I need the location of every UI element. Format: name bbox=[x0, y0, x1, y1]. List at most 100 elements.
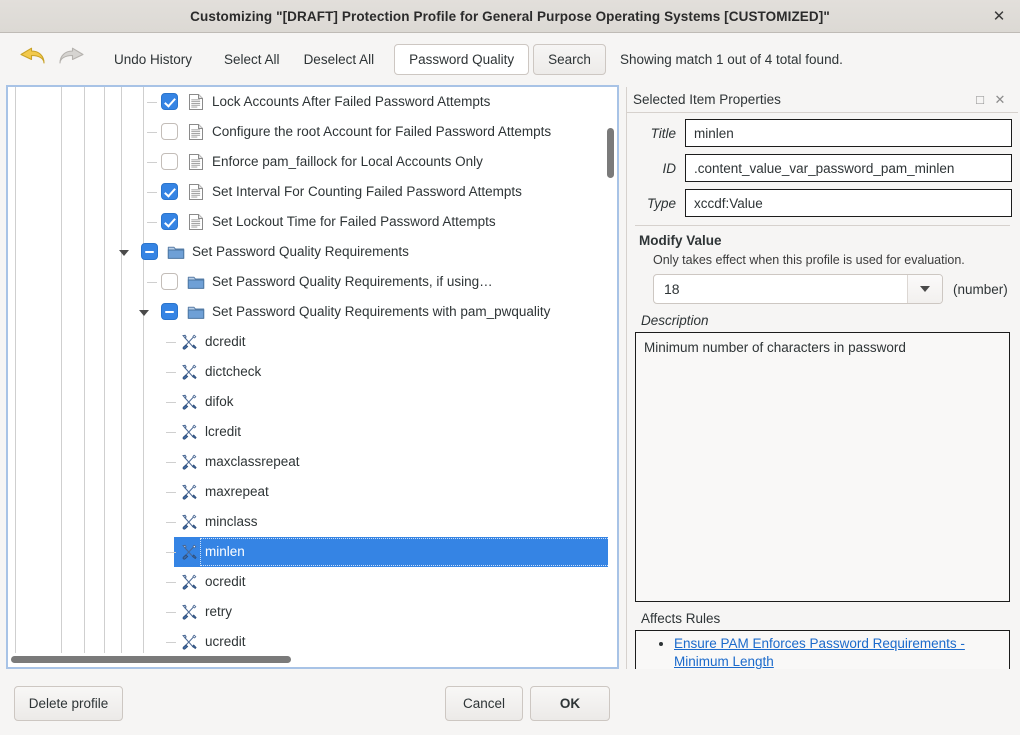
tree-rows: Lock Accounts After Failed Password Atte… bbox=[8, 87, 617, 657]
deselect-all-button[interactable]: Deselect All bbox=[292, 46, 387, 73]
tools-icon bbox=[180, 393, 198, 411]
tree-elbow-connector bbox=[166, 582, 176, 583]
properties-panel-title: Selected Item Properties bbox=[633, 92, 781, 107]
tree-row-label: Set Password Quality Requirements, if us… bbox=[212, 274, 493, 290]
value-combobox-value[interactable]: 18 bbox=[654, 275, 907, 303]
tree-vertical-scrollbar-thumb[interactable] bbox=[607, 128, 614, 178]
tree-row[interactable]: dictcheck bbox=[8, 357, 617, 387]
tree-elbow-connector bbox=[166, 612, 176, 613]
tree-row-checkbox-mixed[interactable] bbox=[141, 243, 158, 260]
tree-elbow-connector bbox=[166, 342, 176, 343]
tree-row[interactable]: maxrepeat bbox=[8, 477, 617, 507]
tree-row[interactable]: Set Lockout Time for Failed Password Att… bbox=[8, 207, 617, 237]
undo-arrow-icon[interactable] bbox=[14, 41, 50, 77]
tree-row-checkbox-off[interactable] bbox=[161, 273, 178, 290]
tree-row-label: Set Interval For Counting Failed Passwor… bbox=[212, 184, 522, 200]
tree-elbow-connector bbox=[147, 192, 157, 193]
tree-row[interactable]: maxclassrepeat bbox=[8, 447, 617, 477]
tree-horizontal-scrollbar[interactable] bbox=[9, 653, 603, 665]
tree-row[interactable]: Lock Accounts After Failed Password Atte… bbox=[8, 87, 617, 117]
tree-row-checkbox-off[interactable] bbox=[161, 123, 178, 140]
id-field-row: ID .content_value_var_password_pam_minle… bbox=[633, 154, 1012, 182]
tree-row-checkbox-on[interactable] bbox=[161, 93, 178, 110]
tools-icon bbox=[180, 603, 198, 621]
tree-row[interactable]: lcredit bbox=[8, 417, 617, 447]
properties-panel-header: Selected Item Properties □ ✕ bbox=[627, 87, 1018, 113]
close-panel-icon[interactable]: ✕ bbox=[990, 90, 1010, 110]
tree-row-label: maxclassrepeat bbox=[205, 454, 300, 470]
redo-arrow-icon bbox=[54, 41, 90, 77]
description-textbox[interactable]: Minimum number of characters in password bbox=[635, 332, 1010, 602]
tree-elbow-connector bbox=[147, 222, 157, 223]
value-unit-label: (number) bbox=[953, 281, 1008, 297]
tree-elbow-connector bbox=[147, 162, 157, 163]
window-title: Customizing "[DRAFT] Protection Profile … bbox=[190, 8, 830, 24]
tree-row-label: ocredit bbox=[205, 574, 246, 590]
value-combobox[interactable]: 18 bbox=[653, 274, 943, 304]
tree-vertical-scrollbar[interactable] bbox=[604, 88, 616, 651]
tree-row-checkbox-on[interactable] bbox=[161, 213, 178, 230]
id-field-value[interactable]: .content_value_var_password_pam_minlen bbox=[685, 154, 1012, 182]
tree-elbow-connector bbox=[166, 402, 176, 403]
tools-icon bbox=[180, 363, 198, 381]
tree-row[interactable]: ocredit bbox=[8, 567, 617, 597]
tree-row-label: Lock Accounts After Failed Password Atte… bbox=[212, 94, 491, 110]
tree-row[interactable]: Set Password Quality Requirements with p… bbox=[8, 297, 617, 327]
folder-icon bbox=[167, 243, 185, 261]
tree-elbow-connector bbox=[166, 642, 176, 643]
type-field-value[interactable]: xccdf:Value bbox=[685, 189, 1012, 217]
select-all-button[interactable]: Select All bbox=[212, 46, 292, 73]
window-close-button[interactable]: ✕ bbox=[988, 5, 1010, 27]
modify-value-note: Only takes effect when this profile is u… bbox=[653, 253, 965, 267]
cancel-button[interactable]: Cancel bbox=[445, 686, 523, 721]
ok-button[interactable]: OK bbox=[530, 686, 610, 721]
tree-row-label: dcredit bbox=[205, 334, 246, 350]
tree-row-checkbox-mixed[interactable] bbox=[161, 303, 178, 320]
tree-row-label: difok bbox=[205, 394, 234, 410]
tree-horizontal-scrollbar-thumb[interactable] bbox=[11, 656, 291, 663]
folder-icon bbox=[187, 303, 205, 321]
selected-item-properties-panel: Selected Item Properties □ ✕ Title minle… bbox=[626, 87, 1018, 719]
float-panel-icon[interactable]: □ bbox=[970, 90, 990, 110]
undo-history-button[interactable]: Undo History bbox=[102, 46, 204, 73]
tree-row-label: Set Password Quality Requirements bbox=[192, 244, 409, 260]
search-input[interactable]: Password Quality bbox=[394, 43, 530, 75]
main-area: Lock Accounts After Failed Password Atte… bbox=[0, 85, 1020, 735]
tools-icon bbox=[180, 453, 198, 471]
tools-icon bbox=[180, 633, 198, 651]
affects-rule-item: Ensure PAM Enforces Password Requirement… bbox=[674, 635, 1001, 671]
tools-icon bbox=[180, 483, 198, 501]
tree-row[interactable]: Set Password Quality Requirements bbox=[8, 237, 617, 267]
rules-tree[interactable]: Lock Accounts After Failed Password Atte… bbox=[8, 87, 617, 667]
tree-row[interactable]: difok bbox=[8, 387, 617, 417]
tree-row-checkbox-on[interactable] bbox=[161, 183, 178, 200]
expander-triangle-down-icon[interactable] bbox=[119, 250, 129, 256]
properties-panel-body: Title minlen ID .content_value_var_passw… bbox=[627, 113, 1018, 705]
tree-elbow-connector bbox=[166, 432, 176, 433]
expander-triangle-down-icon[interactable] bbox=[139, 310, 149, 316]
delete-profile-button[interactable]: Delete profile bbox=[14, 686, 123, 721]
chevron-down-icon[interactable] bbox=[907, 275, 942, 303]
modify-value-heading: Modify Value bbox=[639, 233, 722, 248]
tree-elbow-connector bbox=[166, 552, 176, 553]
tree-row-selected[interactable]: minlen bbox=[166, 537, 610, 567]
title-field-value[interactable]: minlen bbox=[685, 119, 1012, 147]
tree-row-label: Configure the root Account for Failed Pa… bbox=[212, 124, 552, 140]
tree-row[interactable]: Enforce pam_faillock for Local Accounts … bbox=[8, 147, 617, 177]
document-icon bbox=[187, 153, 205, 171]
tree-row[interactable]: retry bbox=[8, 597, 617, 627]
search-status-text: Showing match 1 out of 4 total found. bbox=[619, 51, 843, 67]
description-label: Description bbox=[641, 313, 709, 328]
tree-row[interactable]: Configure the root Account for Failed Pa… bbox=[8, 117, 617, 147]
properties-divider bbox=[635, 225, 1010, 226]
type-field-row: Type xccdf:Value bbox=[633, 189, 1012, 217]
tree-row[interactable]: Set Interval For Counting Failed Passwor… bbox=[8, 177, 617, 207]
affects-rule-link[interactable]: Ensure PAM Enforces Password Requirement… bbox=[674, 636, 965, 669]
tree-row[interactable]: Set Password Quality Requirements, if us… bbox=[8, 267, 617, 297]
search-button[interactable]: Search bbox=[533, 43, 606, 75]
tree-row[interactable]: dcredit bbox=[8, 327, 617, 357]
tree-row[interactable]: minclass bbox=[8, 507, 617, 537]
tree-row-checkbox-off[interactable] bbox=[161, 153, 178, 170]
tree-row-label: minclass bbox=[205, 514, 258, 530]
id-field-label: ID bbox=[662, 160, 677, 176]
